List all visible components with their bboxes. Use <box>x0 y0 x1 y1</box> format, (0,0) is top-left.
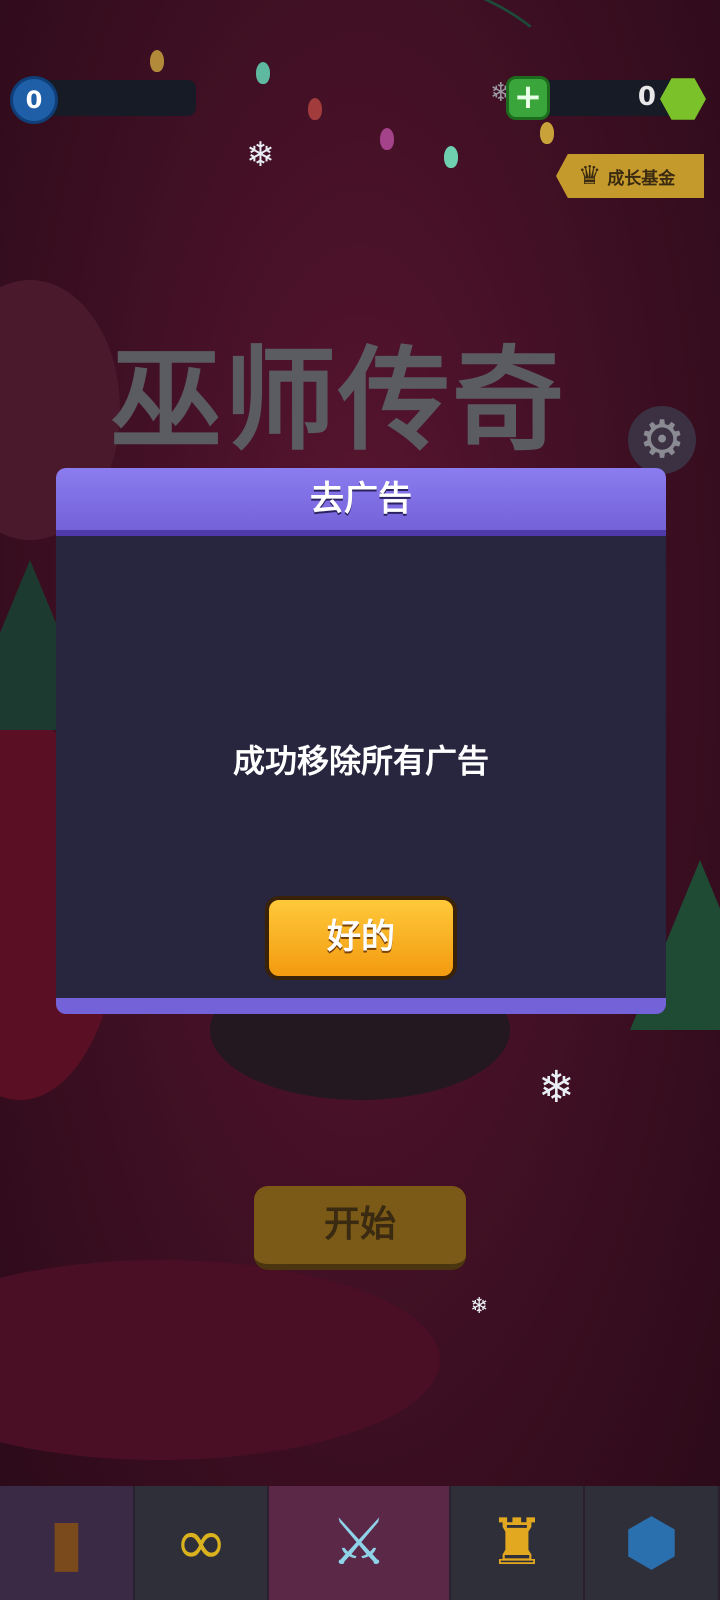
dialog-body: 成功移除所有广告 好的 <box>56 536 666 998</box>
remove-ads-dialog: 去广告 成功移除所有广告 好的 <box>56 468 666 1014</box>
dialog-message: 成功移除所有广告 <box>232 742 489 780</box>
dialog-header: 去广告 <box>56 468 666 536</box>
dialog-title: 去广告 <box>310 479 412 519</box>
dialog-footer <box>56 998 666 1014</box>
ok-button[interactable]: 好的 <box>265 896 457 980</box>
